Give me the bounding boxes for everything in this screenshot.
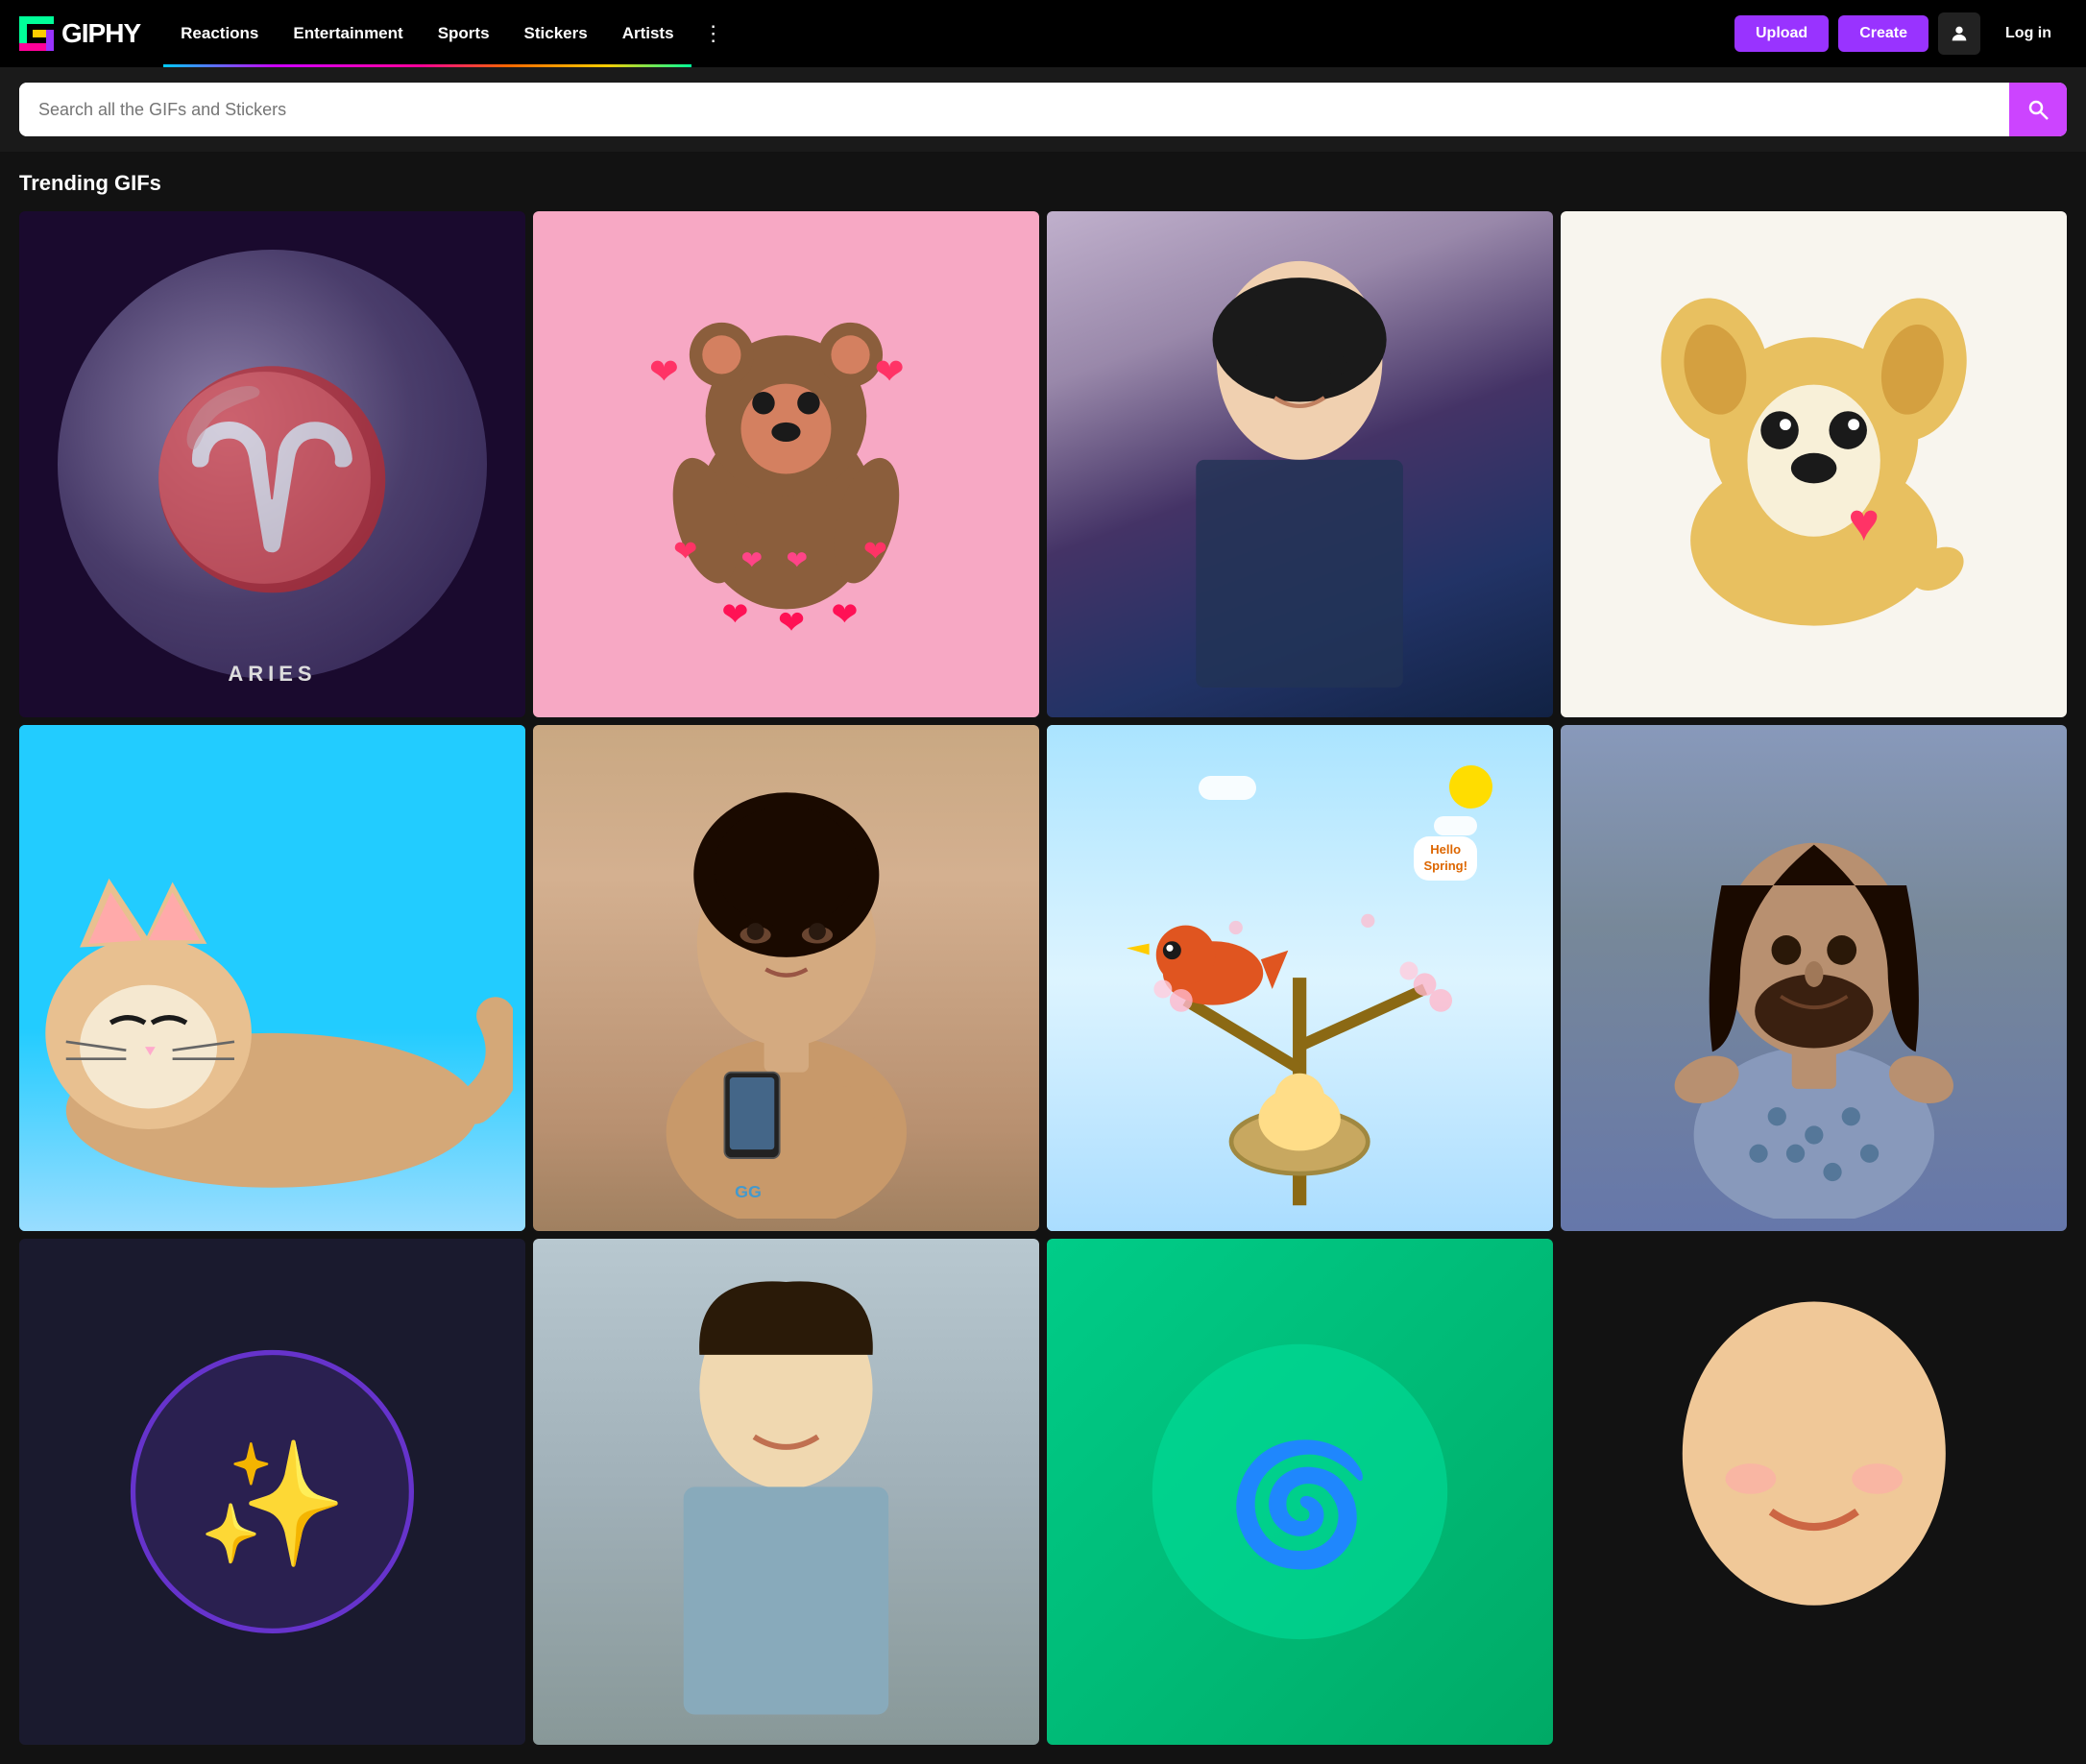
korean-girl-bg [1047,211,1553,717]
gif-item-person2[interactable] [533,1239,1039,1745]
svg-text:✨: ✨ [197,1437,348,1572]
create-button[interactable]: Create [1838,15,1928,52]
nav-item-sports[interactable]: Sports [421,0,507,67]
cloud-2 [1434,816,1477,835]
gif-item-bear[interactable]: ❤ ❤ ❤ ❤ ❤ ❤ ❤ ❤ ❤ [533,211,1039,717]
nav-more-button[interactable]: ⋮ [691,0,736,67]
gif-item-dark[interactable]: ✨ [19,1239,525,1745]
user-icon-button[interactable] [1938,12,1980,55]
navbar: GIPHY Reactions Entertainment Sports Sti… [0,0,2086,67]
gif-item-green[interactable]: 🌀 [1047,1239,1553,1745]
aries-label: ARIES [228,662,316,687]
nav-item-stickers[interactable]: Stickers [507,0,605,67]
gif-item-corgi[interactable]: ♥ [1561,211,2067,717]
person2-svg [609,1264,963,1719]
cat-gif-bg [19,725,525,1231]
search-icon [2026,98,2050,121]
search-input[interactable] [19,83,2009,136]
hello-spring-bubble: HelloSpring! [1414,836,1477,881]
nav-right: Upload Create Log in [1734,12,2067,55]
gif-item-sleeping-cat[interactable] [19,725,525,1231]
face-gif-bg [1561,1239,2067,1745]
logo[interactable]: GIPHY [19,16,140,51]
moon-background: ♈ [58,250,488,680]
nav-item-artists[interactable]: Artists [605,0,691,67]
gif-item-face[interactable] [1561,1239,2067,1745]
svg-text:❤: ❤ [863,536,887,568]
aries-symbol-svg: ♈ [100,292,444,636]
jason-svg [1612,737,2017,1219]
svg-text:❤: ❤ [786,545,807,574]
login-button[interactable]: Log in [1990,15,2067,52]
person-svg [1148,236,1451,691]
upload-button[interactable]: Upload [1734,15,1829,52]
giphy-logo-icon [19,16,54,51]
nav-item-reactions[interactable]: Reactions [163,0,276,67]
green-gif-svg: 🌀 [1123,1315,1477,1669]
trending-title: Trending GIFs [19,171,2067,196]
green-gif-bg: 🌀 [1047,1239,1553,1745]
nav-links: Reactions Entertainment Sports Stickers … [163,0,1734,67]
cloud-1 [1199,776,1256,800]
bear-svg: ❤ ❤ ❤ ❤ ❤ ❤ ❤ ❤ ❤ [609,287,963,641]
gif-item-jason[interactable] [1561,725,2067,1231]
dark-gif-svg: ✨ [95,1315,449,1669]
kimk-bg: GG [533,725,1039,1231]
user-icon [1949,23,1970,44]
logo-text: GIPHY [61,18,140,49]
svg-text:♥: ♥ [1848,493,1880,552]
corgi-svg: ♥ [1624,275,2003,654]
svg-text:❤: ❤ [778,606,805,641]
cat-svg [32,801,513,1231]
corgi-bg: ♥ [1561,211,2067,717]
gif-item-korean-girl[interactable] [1047,211,1553,717]
nav-item-entertainment[interactable]: Entertainment [276,0,420,67]
svg-text:♈: ♈ [144,363,401,596]
gif-grid: STAY BOLD ♈ ARIES [19,211,2067,1745]
svg-text:❤: ❤ [649,352,679,392]
svg-text:❤: ❤ [721,597,748,633]
sun [1449,765,1492,809]
spring-bg: HelloSpring! [1047,725,1553,1231]
svg-text:❤: ❤ [673,536,697,568]
main-content: Trending GIFs STAY BOLD ♈ ARIES [0,152,2086,1764]
gif-item-aries[interactable]: STAY BOLD ♈ ARIES [19,211,525,717]
face-gif-svg [1612,1264,2017,1719]
svg-text:❤: ❤ [875,352,905,392]
search-section [0,67,2086,152]
search-bar [19,83,2067,136]
kimk-svg: GG [584,737,989,1219]
svg-text:❤: ❤ [741,545,763,574]
gif-item-hello-spring[interactable]: HelloSpring! [1047,725,1553,1231]
svg-text:GG: GG [735,1182,762,1201]
svg-text:❤: ❤ [831,597,858,633]
svg-text:🌀: 🌀 [1226,1434,1373,1571]
gif-item-kimk[interactable]: GG [533,725,1039,1231]
person2-bg [533,1239,1039,1745]
search-button[interactable] [2009,83,2067,136]
dark-gif-bg: ✨ [19,1239,525,1745]
jason-bg [1561,725,2067,1231]
